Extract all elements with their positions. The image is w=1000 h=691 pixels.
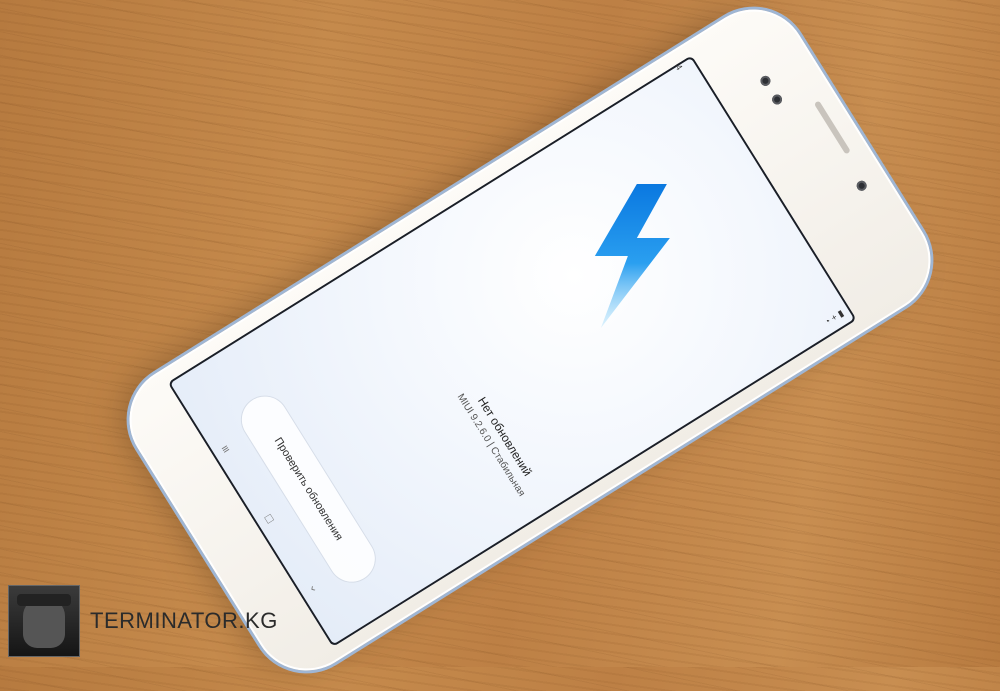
home-icon[interactable]: □ [258, 508, 280, 530]
sensor-dot [758, 73, 773, 88]
watermark-text: TERMINATOR.KG [90, 608, 278, 633]
back-icon[interactable]: ‹ [302, 578, 324, 600]
watermark: TERMINATOR.KG [8, 585, 278, 657]
phone-screen: 11:34 ◔ + ▮ Нет обновлений MIUI 9.2.6.0 … [167, 55, 857, 648]
menu-icon[interactable]: ≡ [215, 439, 237, 461]
status-icons: ◔ + ▮ [823, 308, 846, 328]
status-title: Нет обновлений [474, 394, 535, 479]
earpiece [813, 100, 851, 155]
version-text: MIUI 9.2.6.0 | Стабильная [454, 391, 527, 499]
watermark-logo [8, 585, 80, 657]
sensor-dot [770, 92, 784, 107]
update-status: Нет обновлений MIUI 9.2.6.0 | Стабильная [433, 348, 564, 533]
status-time: 11:34 [664, 55, 685, 72]
lightning-bolt-icon [594, 183, 670, 328]
front-camera [854, 178, 869, 193]
battery-icon: ▮ [835, 307, 846, 319]
